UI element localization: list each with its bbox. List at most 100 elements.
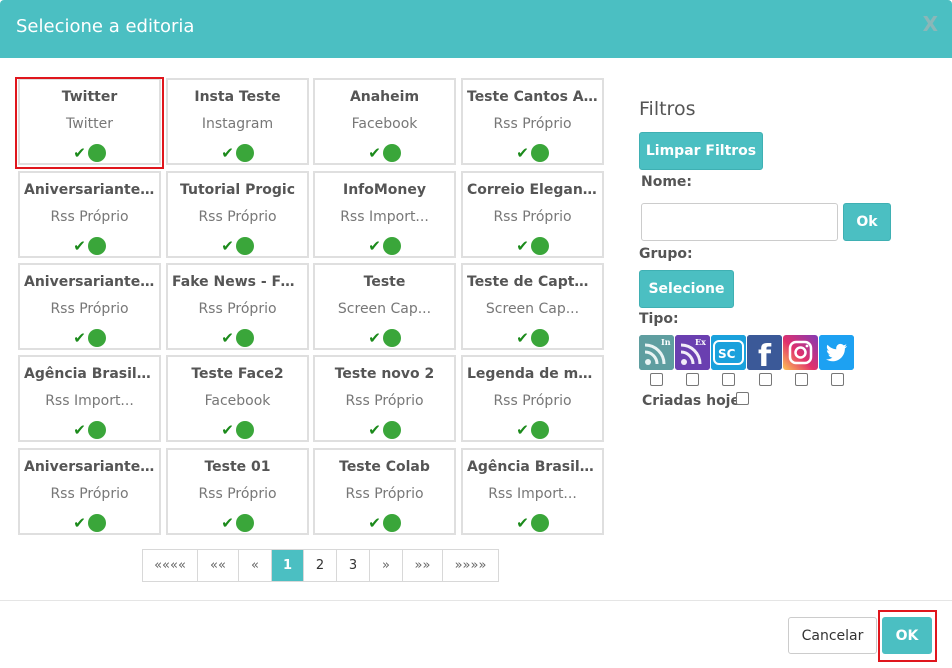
created-today-checkbox[interactable] xyxy=(736,392,749,405)
select-editoria-dialog: Selecione a editoria X Twitter Twitter ✔ In… xyxy=(0,0,952,668)
editoria-card-status: ✔ xyxy=(20,512,159,532)
check-icon: ✔ xyxy=(516,328,529,347)
check-icon: ✔ xyxy=(516,420,529,439)
group-select-button[interactable]: Selecione xyxy=(639,270,734,308)
editoria-card-name: Teste Colab xyxy=(339,459,430,475)
editoria-card[interactable]: Teste Face2 Facebook ✔ xyxy=(166,355,309,442)
editoria-card[interactable]: Agência Brasil - ... Rss Import... ✔ xyxy=(461,448,604,535)
page-3-button[interactable]: 3 xyxy=(337,550,370,581)
close-button[interactable]: X xyxy=(923,12,938,36)
editoria-card-name: Teste Cantos Ar... xyxy=(467,89,598,105)
check-icon: ✔ xyxy=(516,143,529,162)
page-next-many-button[interactable]: »» xyxy=(403,550,443,581)
editoria-card-name: Teste Face2 xyxy=(191,366,284,382)
check-icon: ✔ xyxy=(368,420,381,439)
editoria-card[interactable]: Teste Cantos Ar... Rss Próprio ✔ xyxy=(461,78,604,165)
check-icon: ✔ xyxy=(368,236,381,255)
editoria-card-status: ✔ xyxy=(315,235,454,255)
status-dot-icon xyxy=(530,420,549,439)
facebook-icon[interactable]: f xyxy=(747,335,782,370)
editoria-card[interactable]: InfoMoney Rss Import... ✔ xyxy=(313,171,456,258)
page-prev-many-button[interactable]: «« xyxy=(198,550,239,581)
check-icon: ✔ xyxy=(368,513,381,532)
editoria-card-name: Teste xyxy=(363,274,406,290)
check-icon: ✔ xyxy=(221,328,234,347)
editoria-card-status: ✔ xyxy=(315,327,454,347)
name-filter-input[interactable] xyxy=(641,203,838,241)
editoria-card[interactable]: Teste 01 Rss Próprio ✔ xyxy=(166,448,309,535)
type-checkbox-facebook[interactable] xyxy=(759,373,772,386)
facebook-badge: f xyxy=(758,339,772,370)
check-icon: ✔ xyxy=(221,236,234,255)
status-dot-icon xyxy=(382,143,401,162)
editoria-card-name: Tutorial Progic xyxy=(179,182,295,198)
editoria-card-name: Anaheim xyxy=(349,89,420,105)
status-dot-icon xyxy=(382,236,401,255)
type-checkbox-instagram[interactable] xyxy=(795,373,808,386)
check-icon: ✔ xyxy=(73,328,86,347)
status-dot-icon xyxy=(87,513,106,532)
editoria-card-status: ✔ xyxy=(168,512,307,532)
check-icon: ✔ xyxy=(516,513,529,532)
editoria-card[interactable]: Teste Colab Rss Próprio ✔ xyxy=(313,448,456,535)
editoria-card-status: ✔ xyxy=(463,142,602,162)
name-ok-button[interactable]: Ok xyxy=(843,203,891,241)
editoria-card[interactable]: Fake News - Fe... Rss Próprio ✔ xyxy=(166,263,309,350)
editoria-card[interactable]: Correio Elegant... Rss Próprio ✔ xyxy=(461,171,604,258)
page-1-button[interactable]: 1 xyxy=(272,550,304,581)
editoria-card[interactable]: Aniversariantes... Rss Próprio ✔ xyxy=(18,171,161,258)
editoria-card-status: ✔ xyxy=(463,419,602,439)
editoria-card-name: Agência Brasil - ... xyxy=(24,366,155,382)
editoria-card[interactable]: Teste novo 2 Rss Próprio ✔ xyxy=(313,355,456,442)
rss-import-icon[interactable]: In xyxy=(639,335,674,370)
editoria-card-type: Rss Import... xyxy=(45,393,134,409)
editoria-card[interactable]: Anaheim Facebook ✔ xyxy=(313,78,456,165)
group-label: Grupo: xyxy=(639,246,693,262)
editoria-card-status: ✔ xyxy=(463,235,602,255)
editoria-card[interactable]: Aniversariantes... Rss Próprio ✔ xyxy=(18,448,161,535)
check-icon: ✔ xyxy=(368,328,381,347)
page-last-button[interactable]: »»»» xyxy=(443,550,498,581)
screen-capture-icon[interactable]: SC xyxy=(711,335,746,370)
editoria-card[interactable]: Tutorial Progic Rss Próprio ✔ xyxy=(166,171,309,258)
editoria-card-name: Teste novo 2 xyxy=(334,366,435,382)
editoria-card[interactable]: Teste Screen Cap... ✔ xyxy=(313,263,456,350)
instagram-icon[interactable] xyxy=(783,335,818,370)
type-checkbox-twitter[interactable] xyxy=(831,373,844,386)
editoria-card[interactable]: Teste de Captur... Screen Cap... ✔ xyxy=(461,263,604,350)
editoria-card-status: ✔ xyxy=(315,142,454,162)
editoria-card-type: Rss Próprio xyxy=(50,209,129,225)
cancel-button[interactable]: Cancelar xyxy=(788,617,877,654)
clear-filters-button[interactable]: Limpar Filtros xyxy=(639,132,763,170)
editoria-card-type: Rss Próprio xyxy=(493,209,572,225)
editoria-card-type: Facebook xyxy=(351,116,418,132)
twitter-icon[interactable] xyxy=(819,335,854,370)
dialog-header: Selecione a editoria X xyxy=(0,0,952,58)
editoria-card[interactable]: Insta Teste Instagram ✔ xyxy=(166,78,309,165)
rss-own-icon[interactable]: Ex xyxy=(675,335,710,370)
screen-capture-badge: SC xyxy=(718,347,736,361)
page-first-button[interactable]: «««« xyxy=(143,550,198,581)
editoria-card[interactable]: Agência Brasil - ... Rss Import... ✔ xyxy=(18,355,161,442)
editoria-card[interactable]: Legenda de mol... Rss Próprio ✔ xyxy=(461,355,604,442)
editoria-card-name: InfoMoney xyxy=(342,182,427,198)
editoria-card-type: Instagram xyxy=(201,116,274,132)
status-dot-icon xyxy=(530,513,549,532)
page-2-button[interactable]: 2 xyxy=(304,550,337,581)
type-checkbox-screen-capture[interactable] xyxy=(722,373,735,386)
editoria-card-type: Rss Import... xyxy=(488,486,577,502)
check-icon: ✔ xyxy=(516,236,529,255)
page-prev-button[interactable]: « xyxy=(239,550,272,581)
editoria-card-name: Teste 01 xyxy=(204,459,271,475)
editoria-card-name: Fake News - Fe... xyxy=(172,274,303,290)
editoria-card-status: ✔ xyxy=(463,512,602,532)
editoria-card[interactable]: Aniversariantes... Rss Próprio ✔ xyxy=(18,263,161,350)
type-checkbox-rss-import[interactable] xyxy=(650,373,663,386)
editoria-card-status: ✔ xyxy=(315,419,454,439)
dialog-title: Selecione a editoria xyxy=(16,16,195,37)
status-dot-icon xyxy=(530,328,549,347)
page-next-button[interactable]: » xyxy=(370,550,403,581)
type-checkbox-rss-own[interactable] xyxy=(686,373,699,386)
editoria-card-type: Rss Próprio xyxy=(493,116,572,132)
status-dot-icon xyxy=(235,420,254,439)
